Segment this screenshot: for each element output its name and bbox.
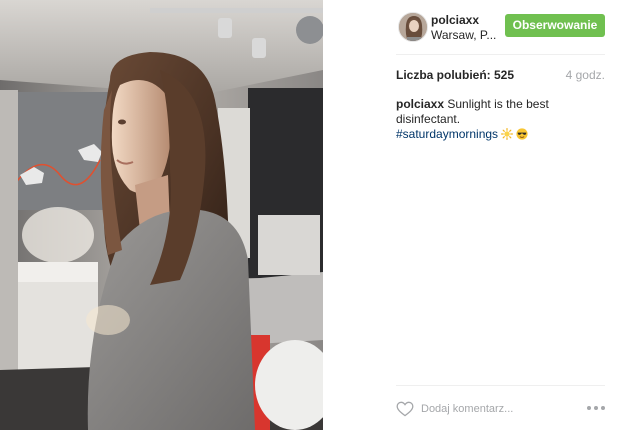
post-footer xyxy=(396,385,605,430)
like-heart-icon[interactable] xyxy=(396,401,414,417)
header-divider xyxy=(396,54,605,55)
post-photo[interactable] xyxy=(0,0,323,430)
likes-count[interactable]: Liczba polubień: 525 xyxy=(396,68,514,82)
caption-hashtag[interactable]: #saturdaymornings xyxy=(396,127,498,141)
post-timestamp[interactable]: 4 godz. xyxy=(566,68,605,82)
caption-username[interactable]: polciaxx xyxy=(396,97,444,111)
post-side-panel: polciaxx Warsaw, P... Obserwowanie Liczb… xyxy=(323,0,620,430)
instagram-post-page: polciaxx Warsaw, P... Obserwowanie Liczb… xyxy=(0,0,620,430)
post-location[interactable]: Warsaw, P... xyxy=(431,28,496,42)
post-header: polciaxx Warsaw, P... Obserwowanie xyxy=(323,0,620,55)
likes-row: Liczba polubień: 525 4 godz. xyxy=(396,68,605,84)
sun-icon xyxy=(501,128,514,140)
sunglasses-face-icon xyxy=(516,128,528,140)
follow-button[interactable]: Obserwowanie xyxy=(505,14,605,37)
post-caption: polciaxx Sunlight is the best disinfecta… xyxy=(396,97,608,142)
more-options-icon[interactable] xyxy=(587,405,605,411)
post-photo-image xyxy=(0,0,323,430)
avatar[interactable] xyxy=(398,12,428,42)
avatar-image xyxy=(399,13,427,41)
post-username[interactable]: polciaxx xyxy=(431,13,479,27)
comment-input[interactable] xyxy=(421,400,571,418)
